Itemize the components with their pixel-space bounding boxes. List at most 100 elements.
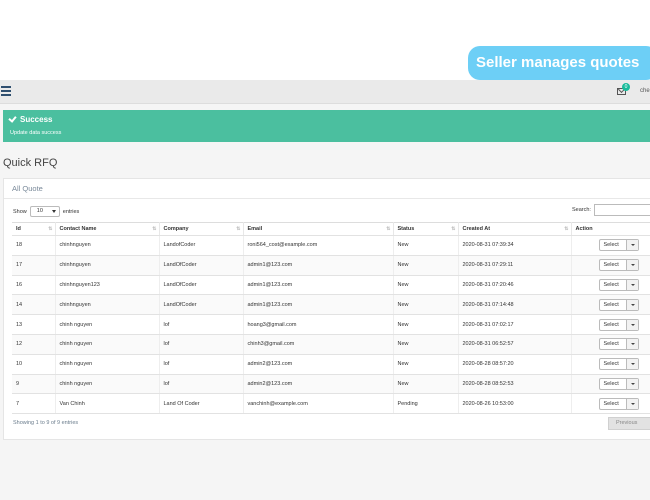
action-dropdown-toggle[interactable] [625, 359, 638, 370]
table-cell: 13 [12, 314, 56, 335]
action-select[interactable]: Select [598, 259, 639, 272]
quote-panel: All Quote Show 10 entries Search: Id ⇅ Con… [3, 178, 650, 440]
column-header-label: Contact Name [59, 226, 97, 232]
success-alert: Success Update data success [3, 110, 650, 142]
search-label: Search: [572, 207, 591, 213]
action-dropdown-toggle[interactable] [625, 299, 638, 310]
search-input[interactable] [594, 204, 650, 216]
entries-select[interactable]: 10 [29, 206, 60, 217]
table-cell: New [393, 294, 459, 316]
column-header[interactable]: Company ⇅ [159, 222, 244, 236]
table-cell: 2020-08-28 08:57:20 [458, 354, 572, 375]
column-header[interactable]: Status ⇅ [393, 222, 459, 236]
chevron-down-icon [630, 244, 635, 247]
quote-table: Id ⇅ Contact Name ⇅ Company ⇅ Email ⇅ Status ⇅ Cre… [12, 222, 650, 415]
table-cell: LandofCoder [159, 235, 244, 256]
table-cell: 2020-08-31 07:20:46 [458, 275, 572, 296]
check-icon [8, 114, 17, 123]
chevron-down-icon [51, 210, 56, 213]
table-cell: LandOfCoder [159, 255, 244, 276]
table-cell: chinh nguyen [55, 334, 160, 355]
previous-button[interactable]: Previous [608, 417, 650, 430]
chevron-down-icon [630, 343, 635, 346]
action-select[interactable]: Select [598, 239, 639, 252]
table-cell: New [393, 354, 459, 375]
table-cell: LandOfCoder [159, 275, 244, 296]
table-cell: 2020-08-31 07:29:11 [458, 255, 572, 276]
column-header[interactable]: Id ⇅ [12, 222, 56, 236]
sort-icon: ⇅ [48, 226, 52, 232]
action-select[interactable]: Select [598, 358, 639, 371]
action-cell: Select [571, 374, 650, 395]
action-select[interactable]: Select [598, 318, 639, 331]
table-row: 9 chinh nguyen lof admin2@123.com New 2020-08… [12, 374, 650, 395]
column-header[interactable]: Action [571, 222, 650, 236]
user-name[interactable]: che [640, 88, 650, 94]
action-select[interactable]: Select [598, 338, 639, 351]
menu-icon[interactable] [1, 86, 11, 96]
table-cell: 2020-08-26 10:53:00 [458, 393, 572, 415]
action-dropdown-toggle[interactable] [625, 279, 638, 290]
table-cell: admin1@123.com [243, 255, 394, 276]
table-cell: chinh3@gmail.com [243, 334, 394, 355]
action-select-label: Select [603, 321, 619, 328]
action-select[interactable]: Select [598, 278, 639, 291]
table-cell: chinh nguyen [55, 374, 160, 395]
column-header-label: Company [163, 226, 189, 232]
column-header[interactable]: Contact Name ⇅ [55, 222, 160, 236]
table-row: 10 chinh nguyen lof admin2@123.com New 2020-0… [12, 354, 650, 375]
column-header-label: Id [16, 226, 21, 232]
alert-message: Update data success [10, 130, 62, 136]
table-cell: LandOfCoder [159, 294, 244, 316]
mail-badge: 0 [622, 83, 630, 91]
action-select-label: Select [603, 242, 619, 249]
chevron-down-icon [630, 382, 635, 385]
entries-label: entries [62, 208, 80, 215]
column-header[interactable]: Created At ⇅ [458, 222, 572, 236]
chevron-down-icon [630, 264, 635, 267]
top-bar [0, 80, 650, 104]
table-row: 7 Van Chinh Land Of Coder vanchinh@example.… [12, 393, 650, 415]
action-select[interactable]: Select [598, 298, 639, 311]
chevron-down-icon [630, 323, 635, 326]
table-cell: 2020-08-28 08:52:53 [458, 374, 572, 395]
table-cell: 12 [12, 334, 56, 355]
action-select-label: Select [603, 361, 619, 368]
action-select[interactable]: Select [598, 377, 639, 390]
action-dropdown-toggle[interactable] [625, 260, 638, 271]
table-cell: lof [159, 314, 244, 335]
action-cell: Select [571, 255, 650, 276]
sort-icon: ⇅ [386, 226, 390, 232]
action-dropdown-toggle[interactable] [625, 339, 638, 350]
table-cell: admin2@123.com [243, 354, 394, 375]
action-cell: Select [571, 393, 650, 415]
action-dropdown-toggle[interactable] [625, 378, 638, 389]
table-cell: 14 [12, 294, 56, 316]
page-title: Quick RFQ [3, 157, 58, 169]
action-select-label: Select [603, 380, 619, 387]
sort-icon: ⇅ [152, 226, 156, 232]
action-dropdown-toggle[interactable] [625, 240, 638, 251]
action-dropdown-toggle[interactable] [625, 398, 638, 409]
column-header-label: Status [397, 226, 415, 232]
table-info: Showing 1 to 9 of 9 entries [13, 420, 79, 426]
action-select-label: Select [603, 341, 619, 348]
action-cell: Select [571, 354, 650, 375]
table-cell: chinhnguyen [55, 294, 160, 316]
table-cell: 2020-08-31 07:02:17 [458, 314, 572, 335]
action-select-label: Select [603, 400, 619, 407]
table-cell: New [393, 255, 459, 276]
table-cell: roni564_cost@example.com [243, 235, 394, 256]
table-cell: 9 [12, 374, 56, 395]
action-dropdown-toggle[interactable] [625, 319, 638, 330]
action-cell: Select [571, 314, 650, 335]
action-select[interactable]: Select [598, 397, 639, 410]
table-row: 16 chinhnguyen123 LandOfCoder admin1@123.co… [12, 275, 650, 296]
column-header[interactable]: Email ⇅ [243, 222, 394, 236]
chevron-down-icon [630, 363, 635, 366]
sort-icon: ⇅ [451, 226, 455, 232]
table-row: 14 chinhnguyen LandOfCoder admin1@123.com Ne… [12, 294, 650, 316]
entries-value: 10 [36, 208, 43, 214]
panel-heading: All Quote [4, 179, 650, 199]
table-cell: Pending [393, 393, 459, 415]
